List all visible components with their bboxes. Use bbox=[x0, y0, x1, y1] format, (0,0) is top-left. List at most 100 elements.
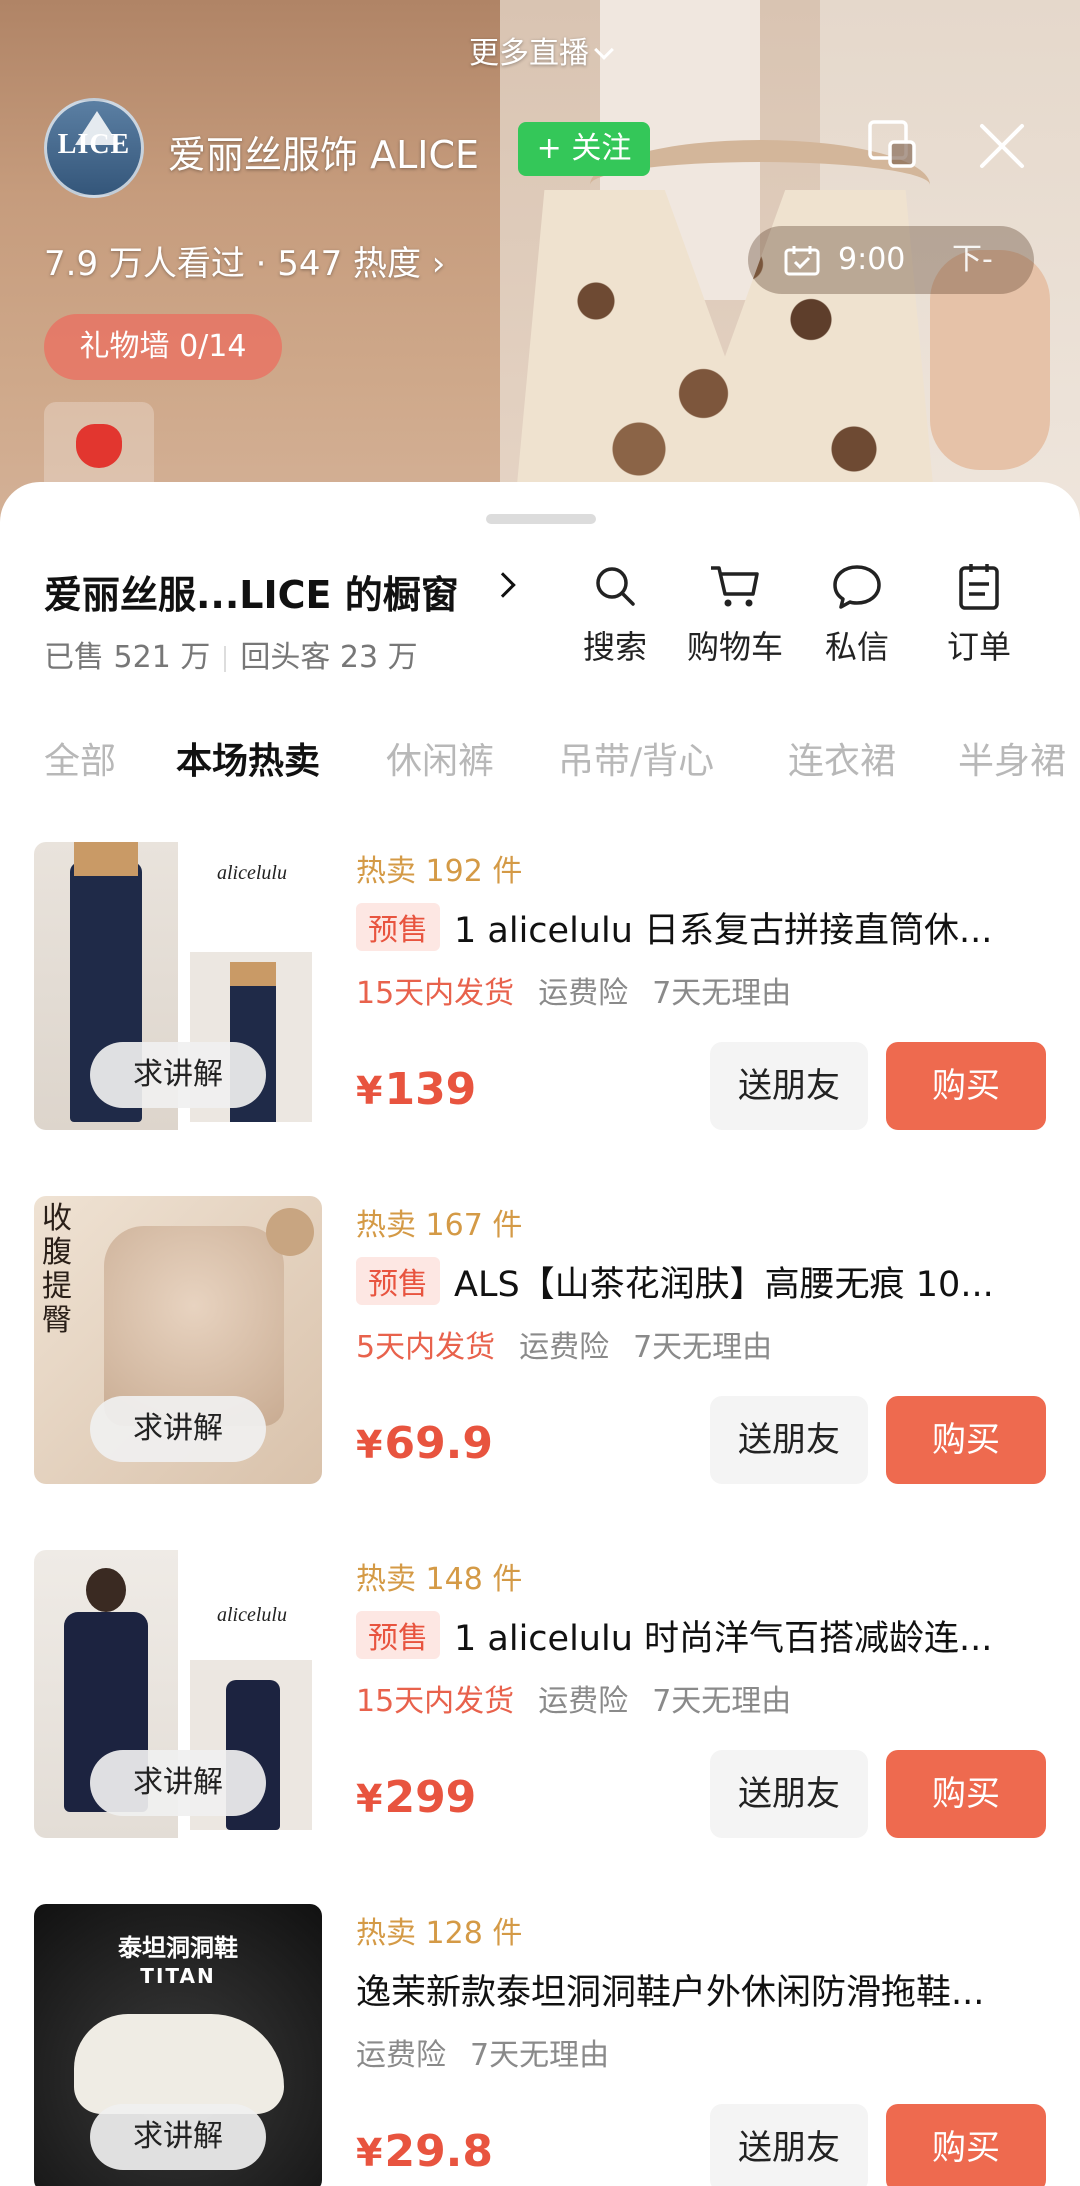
buy-button[interactable]: 购买 bbox=[886, 2104, 1046, 2186]
close-icon[interactable] bbox=[976, 120, 1028, 172]
return-policy: 7天无理由 bbox=[652, 1684, 792, 1719]
currency-symbol: ¥ bbox=[356, 2131, 383, 2175]
request-explain-button[interactable]: 求讲解 bbox=[90, 1042, 266, 1108]
return-policy: 7天无理由 bbox=[633, 1330, 773, 1365]
store-window-title[interactable]: 爱丽丝服...LICE 的橱窗 bbox=[44, 564, 459, 619]
message-icon bbox=[833, 565, 881, 609]
thumb-badge bbox=[266, 1208, 314, 1256]
search-label: 搜索 bbox=[582, 628, 647, 666]
sheet-drag-handle[interactable] bbox=[486, 514, 596, 524]
more-live-label: 更多直播 bbox=[469, 36, 589, 71]
divider bbox=[224, 645, 227, 672]
tab-all[interactable]: 全部 bbox=[44, 732, 116, 784]
shipping-time: 5天内发货 bbox=[356, 1330, 496, 1365]
hot-sale-count: 热卖 148 件 bbox=[356, 1562, 523, 1597]
request-explain-button[interactable]: 求讲解 bbox=[90, 1396, 266, 1462]
thumb-headline: 泰坦洞洞鞋 bbox=[118, 1934, 238, 1962]
search-button[interactable]: 搜索 bbox=[560, 562, 670, 668]
price-value: 69.9 bbox=[384, 1418, 494, 1469]
thumb-clog bbox=[74, 2014, 284, 2114]
product-price: ¥299 bbox=[356, 1772, 476, 1823]
tab-camisole-vest[interactable]: 吊带/背心 bbox=[558, 732, 714, 784]
product-thumbnail[interactable]: 泰坦洞洞鞋 TITAN 求讲解 bbox=[34, 1904, 322, 2186]
buy-button[interactable]: 购买 bbox=[886, 1396, 1046, 1484]
send-friend-button[interactable]: 送朋友 bbox=[710, 1750, 868, 1838]
floating-window-icon[interactable] bbox=[866, 118, 918, 170]
product-title: 1 alicelulu 日系复古拼接直筒休... bbox=[454, 911, 993, 951]
send-friend-button[interactable]: 送朋友 bbox=[710, 1396, 868, 1484]
price-value: 29.8 bbox=[384, 2126, 494, 2177]
shop-name[interactable]: 爱丽丝服饰 ALICE bbox=[168, 124, 479, 179]
product-title-row[interactable]: 预售 1 alicelulu 时尚洋气百搭减龄连... bbox=[356, 1610, 1056, 1661]
product-thumbnail[interactable]: 收腹提臀 求讲解 bbox=[34, 1196, 322, 1484]
more-live-button[interactable]: 更多直播 bbox=[0, 28, 1080, 72]
avatar-logo-text: LICE bbox=[57, 129, 131, 160]
tab-skirt[interactable]: 半身裙 bbox=[958, 732, 1066, 784]
product-card[interactable]: alicelulu 求讲解 热卖 192 件 预售 1 alicelulu 日系复… bbox=[0, 842, 1080, 1142]
cart-icon bbox=[711, 566, 759, 607]
product-meta: 5天内发货 运费险 7天无理由 bbox=[356, 1322, 772, 1366]
product-title-row[interactable]: 预售 1 alicelulu 日系复古拼接直筒休... bbox=[356, 902, 1056, 953]
hot-sale-count: 热卖 167 件 bbox=[356, 1208, 523, 1243]
shop-avatar[interactable]: LICE bbox=[44, 98, 144, 198]
shipping-time: 15天内发货 bbox=[356, 976, 515, 1011]
price-value: 299 bbox=[384, 1772, 477, 1823]
tab-dress[interactable]: 连衣裙 bbox=[788, 732, 896, 784]
schedule-next: 下- bbox=[952, 242, 993, 277]
buy-button[interactable]: 购买 bbox=[886, 1750, 1046, 1838]
thumb-top bbox=[74, 842, 138, 876]
category-tabs: 全部 本场热卖 休闲裤 吊带/背心 连衣裙 半身裙 bbox=[0, 732, 1080, 792]
repeat-customers: 回头客 23 万 bbox=[240, 640, 418, 675]
message-label: 私信 bbox=[824, 628, 889, 666]
return-policy: 7天无理由 bbox=[652, 976, 792, 1011]
product-meta: 15天内发货 运费险 7天无理由 bbox=[356, 1676, 791, 1720]
follow-button[interactable]: + 关注 bbox=[518, 122, 650, 176]
request-explain-button[interactable]: 求讲解 bbox=[90, 2104, 266, 2170]
shipping-insurance: 运费险 bbox=[538, 976, 629, 1011]
product-title: 1 alicelulu 时尚洋气百搭减龄连... bbox=[454, 1619, 993, 1659]
cart-label: 购物车 bbox=[686, 628, 783, 666]
product-card[interactable]: alicelulu 求讲解 热卖 148 件 预售 1 alicelulu 时尚洋… bbox=[0, 1550, 1080, 1850]
shop-window-sheet: 爱丽丝服...LICE 的橱窗 已售 521 万回头客 23 万 搜索 购物车 … bbox=[0, 482, 1080, 2186]
shipping-insurance: 运费险 bbox=[538, 1684, 629, 1719]
product-meta: 运费险 7天无理由 bbox=[356, 2030, 609, 2074]
tab-casual-pants[interactable]: 休闲裤 bbox=[386, 732, 494, 784]
thumb-vertical-text: 收腹提臀 bbox=[42, 1202, 72, 1337]
gift-wall-button[interactable]: 礼物墙 0/14 bbox=[44, 314, 282, 380]
thumb-brand-text: alicelulu bbox=[217, 1604, 287, 1626]
cart-button[interactable]: 购物车 bbox=[680, 562, 790, 668]
send-friend-button[interactable]: 送朋友 bbox=[710, 1042, 868, 1130]
lucky-bag-icon bbox=[76, 424, 122, 468]
currency-symbol: ¥ bbox=[356, 1069, 383, 1113]
presale-badge: 预售 bbox=[356, 1611, 440, 1659]
shipping-time: 15天内发货 bbox=[356, 1684, 515, 1719]
hot-sale-count: 热卖 128 件 bbox=[356, 1916, 523, 1951]
calendar-icon bbox=[784, 246, 820, 276]
order-button[interactable]: 订单 bbox=[924, 562, 1034, 668]
viewer-stats[interactable]: 7.9 万人看过 · 547 热度 › bbox=[44, 236, 445, 285]
schedule-time: 9:00 bbox=[838, 242, 906, 277]
thumb-subheadline: TITAN bbox=[140, 1964, 216, 1988]
product-card[interactable]: 收腹提臀 求讲解 热卖 167 件 预售 ALS【山茶花润肤】高腰无痕 10...… bbox=[0, 1196, 1080, 1496]
product-title-row[interactable]: 预售 ALS【山茶花润肤】高腰无痕 10... bbox=[356, 1256, 1056, 1307]
product-title: ALS【山茶花润肤】高腰无痕 10... bbox=[454, 1265, 994, 1305]
product-thumbnail[interactable]: alicelulu 求讲解 bbox=[34, 1550, 322, 1838]
sold-count: 已售 521 万 bbox=[44, 640, 211, 675]
live-schedule[interactable]: 9:00 下- bbox=[748, 226, 1034, 294]
order-label: 订单 bbox=[946, 628, 1011, 666]
send-friend-button[interactable]: 送朋友 bbox=[710, 2104, 868, 2186]
buy-button[interactable]: 购买 bbox=[886, 1042, 1046, 1130]
product-price: ¥139 bbox=[356, 1064, 476, 1115]
product-price: ¥29.8 bbox=[356, 2126, 493, 2177]
shipping-insurance: 运费险 bbox=[356, 2038, 446, 2073]
chevron-right-icon[interactable] bbox=[490, 572, 516, 598]
tab-hot-sale[interactable]: 本场热卖 bbox=[176, 732, 320, 784]
chevron-down-icon bbox=[594, 40, 614, 60]
product-card[interactable]: 泰坦洞洞鞋 TITAN 求讲解 热卖 128 件 逸茉新款泰坦洞洞鞋户外休闲防滑… bbox=[0, 1904, 1080, 2186]
product-title-row[interactable]: 逸茉新款泰坦洞洞鞋户外休闲防滑拖鞋... bbox=[356, 1964, 1056, 2015]
request-explain-button[interactable]: 求讲解 bbox=[90, 1750, 266, 1816]
message-button[interactable]: 私信 bbox=[802, 562, 912, 668]
thumb-brand-text: alicelulu bbox=[217, 862, 287, 884]
thumb-model-head bbox=[86, 1568, 126, 1612]
product-thumbnail[interactable]: alicelulu 求讲解 bbox=[34, 842, 322, 1130]
